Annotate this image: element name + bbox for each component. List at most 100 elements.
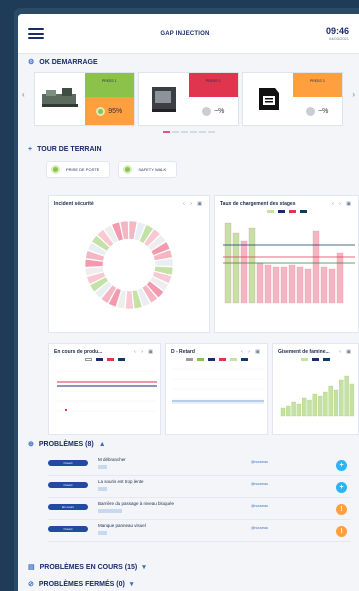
chevron-down-icon[interactable]: ▾ xyxy=(142,563,146,571)
chart-bar xyxy=(320,266,328,304)
machine-carousel: ‹ PRESS 1 95% PRESS 2 ~% PRESS 3 ~% › xyxy=(18,72,359,126)
problem-link[interactable]: @nouveau xyxy=(251,526,268,530)
problem-text: M débrancher xyxy=(98,457,126,462)
chart-bar xyxy=(323,391,328,417)
problem-link[interactable]: @nouveau xyxy=(251,460,268,464)
tour-chips: PRISE DE POSTE SAFETY WALK xyxy=(18,153,359,186)
warning-icon: ⊕ xyxy=(28,441,34,448)
card-controls-icon[interactable]: ‹ › ▣ xyxy=(241,349,262,355)
expand-icon: ⚙ xyxy=(28,59,35,66)
problem-text: Barrière du passage à niveau bloquée xyxy=(98,501,175,506)
problems-en-cours-header[interactable]: ▤ PROBLÈMES EN COURS (15) ▾ xyxy=(18,563,359,572)
chart-bar xyxy=(272,266,280,304)
chart-bar xyxy=(248,227,256,304)
chart-bar xyxy=(336,252,344,304)
problems-fermes-title: PROBLÈMES FERMÉS (0) xyxy=(38,580,125,588)
problem-row[interactable]: En cours Barrière du passage à niveau bl… xyxy=(48,498,351,520)
card-title: Taux de chargement des stages xyxy=(220,201,296,207)
clock: 09:46 04/03/2021 xyxy=(326,26,349,41)
status-badge: En cours xyxy=(48,504,88,510)
carousel-dot[interactable] xyxy=(198,131,206,133)
card-title: D - Retard xyxy=(171,349,195,355)
machine-card[interactable]: PRESS 2 ~% xyxy=(138,72,239,126)
problem-row[interactable]: Ouvert La souris est trop lente @nouveau… xyxy=(48,476,351,498)
problems-list: Ouvert M débrancher @nouveau + Ouvert La… xyxy=(18,454,359,542)
chart-bar xyxy=(344,375,349,417)
problem-row[interactable]: Ouvert Manque panneau visuel @nouveau ! xyxy=(48,520,351,542)
chart-bar xyxy=(307,399,312,417)
problem-tag xyxy=(98,487,107,491)
chart-bar xyxy=(304,268,312,304)
alert-action-button[interactable]: ! xyxy=(336,526,347,537)
card-controls-icon[interactable]: ‹ › ▣ xyxy=(134,349,155,355)
carousel-dot[interactable] xyxy=(171,131,179,133)
carousel-dot[interactable] xyxy=(207,131,215,133)
chart-bar xyxy=(349,383,355,417)
chart-bar xyxy=(333,389,339,417)
machine-tag: PRESS 3 xyxy=(292,73,342,97)
menu-icon[interactable] xyxy=(28,28,44,39)
carousel-dot[interactable] xyxy=(180,131,188,133)
injection-machine-icon xyxy=(35,73,85,125)
chip-safety-walk[interactable]: SAFETY WALK xyxy=(118,161,178,178)
chart-bar xyxy=(264,264,272,304)
machine-card[interactable]: PRESS 3 ~% xyxy=(242,72,343,126)
gisement-bar-chart xyxy=(280,375,355,417)
chart-bar xyxy=(288,264,296,304)
tour-de-terrain-section: + TOUR DE TERRAIN PRISE DE POSTE SAFETY … xyxy=(18,146,359,186)
list-icon: ▤ xyxy=(28,564,35,571)
problem-row[interactable]: Ouvert M débrancher @nouveau + xyxy=(48,454,351,476)
machine-value-box: 95% xyxy=(84,97,134,125)
clock-time: 09:46 xyxy=(325,26,349,36)
carousel-next-icon[interactable]: › xyxy=(352,90,355,99)
status-dot-icon xyxy=(306,106,316,116)
printer-machine-icon xyxy=(243,73,293,125)
problem-link[interactable]: @nouveau xyxy=(251,504,268,508)
carousel-dot[interactable] xyxy=(189,131,197,133)
check-icon xyxy=(51,165,60,174)
alert-action-button[interactable]: ! xyxy=(336,504,347,515)
ok-demarrage-section: ⚙ OK DEMARRAGE ‹ PRESS 1 95% PRESS 2 ~% … xyxy=(18,58,359,133)
ok-demarrage-header[interactable]: ⚙ OK DEMARRAGE xyxy=(18,58,359,67)
chart-bar xyxy=(312,393,317,417)
chevron-up-icon[interactable]: ▲ xyxy=(99,441,106,448)
card-taux-chargement: Taux de chargement des stages ‹ › ▣ xyxy=(214,195,359,333)
status-dot-icon xyxy=(96,106,106,116)
chart-bar xyxy=(280,266,288,304)
chart-bar xyxy=(317,395,323,417)
card-controls-icon[interactable]: ‹ › ▣ xyxy=(332,201,353,207)
card-controls-icon[interactable]: ‹ ▣ xyxy=(339,349,353,355)
problems-title: PROBLÈMES (8) xyxy=(38,440,94,448)
chart-bar xyxy=(256,262,264,304)
chart-bar xyxy=(286,405,291,417)
device-frame: GAP INJECTION 09:46 04/03/2021 ⚙ OK DEMA… xyxy=(14,8,359,591)
production-line-chart xyxy=(57,370,157,412)
chart-bar xyxy=(339,379,344,417)
problems-fermes-header[interactable]: ⊘ PROBLÈMES FERMÉS (0) ▾ xyxy=(18,580,359,589)
chart-bar xyxy=(296,266,304,304)
problem-link[interactable]: @nouveau xyxy=(251,482,268,486)
machine-value: ~% xyxy=(318,107,329,115)
carousel-prev-icon[interactable]: ‹ xyxy=(22,90,25,99)
closed-icon: ⊘ xyxy=(28,581,34,588)
card-title: En cours de produ... xyxy=(54,349,103,355)
status-badge: Ouvert xyxy=(48,482,88,488)
add-action-button[interactable]: + xyxy=(336,482,347,493)
chip-prise-de-poste[interactable]: PRISE DE POSTE xyxy=(46,161,111,178)
carousel-dot[interactable] xyxy=(162,131,170,133)
chart-bar xyxy=(280,407,286,417)
chart-bar xyxy=(312,230,320,304)
problem-text: Manque panneau visuel xyxy=(98,523,146,528)
page-title: GAP INJECTION xyxy=(160,30,210,37)
tour-header[interactable]: + TOUR DE TERRAIN xyxy=(18,146,359,153)
card-incident-securite: Incident sécurité ‹ › ▣ xyxy=(48,195,210,333)
problems-header[interactable]: ⊕ PROBLÈMES (8) ▲ xyxy=(18,440,359,449)
add-action-button[interactable]: + xyxy=(336,460,347,471)
chart-bar xyxy=(328,385,333,417)
chevron-down-icon[interactable]: ▾ xyxy=(130,580,134,588)
machine-value: ~% xyxy=(214,107,225,115)
machine-value-box: ~% xyxy=(293,97,343,125)
machine-card[interactable]: PRESS 1 95% xyxy=(34,72,135,126)
chart-bar xyxy=(240,240,248,304)
chip-label: SAFETY WALK xyxy=(138,167,167,172)
